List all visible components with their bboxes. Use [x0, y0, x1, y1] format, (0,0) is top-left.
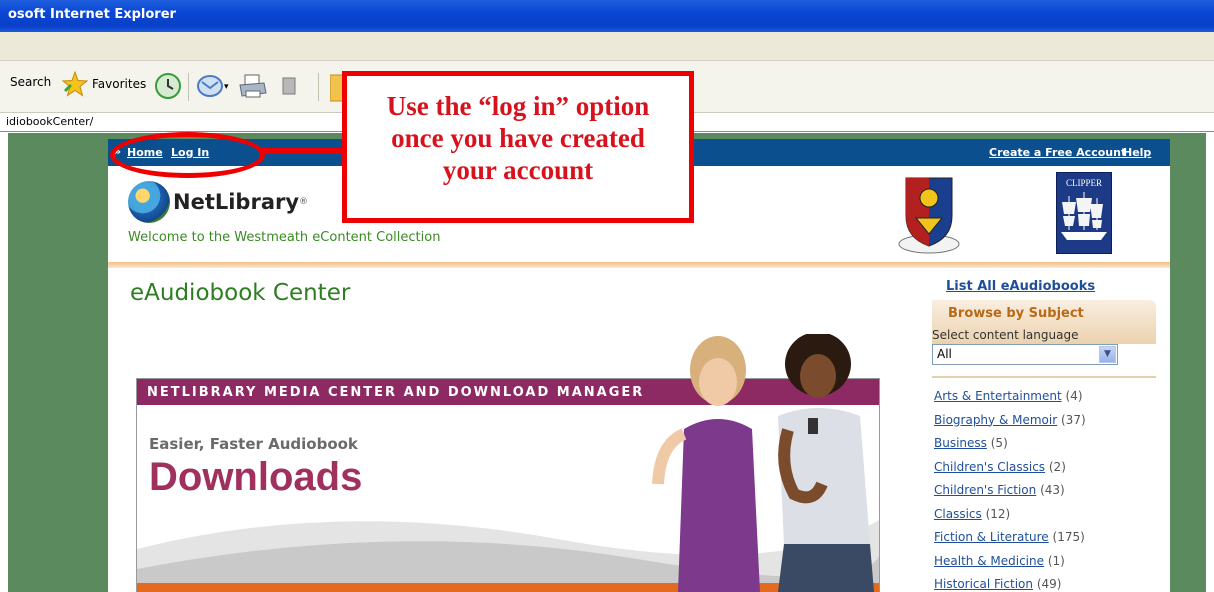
list-all-link[interactable]: List All eAudiobooks	[946, 279, 1095, 294]
subject-list: Arts & Entertainment (4) Biography & Mem…	[934, 389, 1086, 592]
clipper-logo: CLIPPER	[1056, 172, 1112, 254]
viewport-edge-right	[1206, 133, 1214, 592]
login-highlight-ring	[110, 132, 265, 178]
subject-item: Business (5)	[934, 436, 1086, 460]
subject-item: Health & Medicine (1)	[934, 554, 1086, 578]
subject-link[interactable]: Children's Classics	[934, 460, 1045, 474]
create-account-link[interactable]: Create a Free Account	[989, 146, 1126, 159]
registered-mark: ®	[299, 197, 309, 207]
callout-line-2: once you have created	[391, 123, 645, 153]
help-link[interactable]: Help	[1123, 146, 1151, 159]
history-icon	[155, 73, 181, 99]
subject-count: (12)	[985, 506, 1011, 521]
two-women-photo	[652, 334, 874, 592]
sidebar-divider	[932, 376, 1156, 378]
callout-line-1: Use the “log in” option	[386, 91, 650, 121]
language-select[interactable]: All ▼	[932, 344, 1118, 365]
browse-title: Browse by Subject	[948, 306, 1084, 321]
netlibrary-logo[interactable]: NetLibrary ®	[128, 181, 308, 223]
subject-count: (1)	[1047, 553, 1065, 568]
subject-count: (175)	[1052, 530, 1085, 544]
edit-icon	[282, 77, 296, 95]
toolbar-separator	[318, 73, 319, 101]
instruction-callout: Use the “log in” option once you have cr…	[342, 71, 694, 223]
subject-item: Classics (12)	[934, 507, 1086, 531]
chevron-down-icon[interactable]: ▼	[1099, 346, 1116, 363]
page-title: eAudiobook Center	[130, 280, 351, 306]
window-title-bar: osoft Internet Explorer	[0, 0, 1214, 32]
subject-item: Fiction & Literature (175)	[934, 530, 1086, 554]
viewport-edge-left	[0, 133, 8, 592]
menu-bar	[0, 32, 1214, 61]
banner-subtitle: Easier, Faster Audiobook	[149, 435, 358, 453]
westmeath-crest-icon	[898, 177, 960, 254]
print-button[interactable]	[238, 73, 268, 101]
subject-link[interactable]: Historical Fiction	[934, 577, 1033, 591]
language-value: All	[937, 347, 952, 361]
star-icon	[62, 71, 88, 97]
subject-item: Biography & Memoir (37)	[934, 413, 1086, 437]
address-text: idiobookCenter/	[6, 115, 94, 128]
printer-icon	[239, 74, 267, 98]
subject-count: (43)	[1040, 483, 1065, 497]
subject-link[interactable]: Biography & Memoir	[934, 413, 1057, 427]
header-divider	[108, 262, 1170, 268]
search-button[interactable]: Search	[10, 75, 51, 89]
subject-count: (49)	[1036, 577, 1062, 591]
banner-headline: Downloads	[149, 455, 363, 499]
favorites-button[interactable]: Favorites	[62, 71, 146, 97]
toolbar-separator	[188, 73, 189, 101]
favorites-label: Favorites	[92, 77, 147, 91]
svg-text:▾: ▾	[224, 82, 229, 92]
callout-connector	[262, 148, 344, 154]
window-title: osoft Internet Explorer	[8, 7, 176, 22]
subject-link[interactable]: Fiction & Literature	[934, 530, 1049, 544]
subject-item: Children's Classics (2)	[934, 460, 1086, 484]
logo-wordmark: NetLibrary	[173, 190, 300, 214]
subject-count: (37)	[1061, 412, 1086, 427]
edit-button[interactable]	[282, 77, 296, 95]
subject-count: (2)	[1048, 459, 1066, 474]
welcome-text: Welcome to the Westmeath eContent Collec…	[128, 230, 441, 245]
history-button[interactable]	[154, 72, 182, 100]
subject-link[interactable]: Classics	[934, 507, 982, 521]
callout-text: Use the “log in” option once you have cr…	[347, 90, 689, 186]
subject-count: (4)	[1065, 389, 1083, 403]
search-label: Search	[10, 75, 52, 89]
sailing-ship-icon	[1061, 192, 1107, 240]
subject-link[interactable]: Arts & Entertainment	[934, 389, 1062, 403]
globe-icon	[128, 181, 170, 223]
subject-link[interactable]: Health & Medicine	[934, 554, 1044, 568]
subject-item: Historical Fiction (49)	[934, 577, 1086, 592]
subject-item: Children's Fiction (43)	[934, 483, 1086, 507]
mail-icon: ▾	[197, 75, 229, 97]
subject-link[interactable]: Children's Fiction	[934, 483, 1036, 497]
subject-count: (5)	[990, 436, 1008, 450]
subject-item: Arts & Entertainment (4)	[934, 389, 1086, 413]
mail-button[interactable]: ▾	[196, 73, 232, 99]
clipper-label: CLIPPER	[1065, 178, 1102, 188]
language-label: Select content language	[932, 328, 1079, 342]
callout-line-3: your account	[442, 155, 594, 185]
subject-link[interactable]: Business	[934, 436, 987, 450]
